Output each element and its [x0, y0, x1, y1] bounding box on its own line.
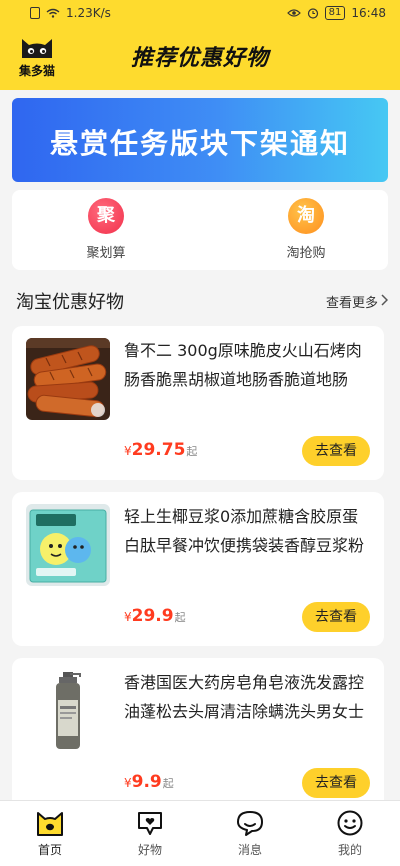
price-value: 29.75 [131, 440, 186, 460]
message-bubble-icon [237, 811, 263, 836]
clock: 16:48 [351, 6, 386, 20]
cat-home-icon [37, 812, 63, 836]
view-product-button[interactable]: 去查看 [302, 436, 370, 466]
heart-bubble-icon [138, 812, 162, 835]
product-image-sausage[interactable] [26, 338, 110, 420]
view-product-button[interactable]: 去查看 [302, 768, 370, 798]
tab-label: 首页 [37, 843, 62, 857]
price-suffix: 起 [174, 611, 186, 624]
taoqianggou-icon: 淘 [288, 198, 324, 234]
smiley-icon [337, 810, 363, 836]
tab-goods[interactable]: 好物 [115, 809, 185, 858]
wifi-icon [46, 8, 60, 18]
quick-link-taoqianggou[interactable]: 淘 淘抢购 [256, 198, 356, 261]
currency-symbol: ¥ [124, 776, 132, 790]
product-title[interactable]: 香港国医大药房皂角皂液洗发露控油蓬松去头屑清洁除螨洗头男女士 [124, 668, 372, 726]
chevron-right-icon[interactable] [380, 294, 388, 306]
status-bar: 1.23K/s 81 16:48 [0, 0, 400, 28]
product-card[interactable]: 香港国医大药房皂角皂液洗发露控油蓬松去头屑清洁除螨洗头男女士 ¥9.9起 去查看 [12, 658, 384, 812]
price-suffix: 起 [186, 445, 198, 458]
quick-link-juhuasuan[interactable]: 聚 聚划算 [56, 198, 156, 261]
product-image-shampoo[interactable] [26, 670, 110, 752]
product-title[interactable]: 鲁不二 300g原味脆皮火山石烤肉肠香脆黑胡椒道地肠香脆道地肠 [124, 336, 372, 394]
product-title[interactable]: 轻上生椰豆浆0添加蔗糖含胶原蛋白肽早餐冲饮便携袋装香醇豆浆粉 [124, 502, 372, 560]
alarm-icon [307, 8, 318, 19]
tab-label: 消息 [237, 843, 262, 857]
tab-label: 好物 [137, 843, 162, 857]
product-card[interactable]: 鲁不二 300g原味脆皮火山石烤肉肠香脆黑胡椒道地肠香脆道地肠 ¥29.75起 … [12, 326, 384, 480]
view-product-button[interactable]: 去查看 [302, 602, 370, 632]
section-header: 淘宝优惠好物 查看更多 [0, 286, 400, 316]
banner-text: 悬赏任务版块下架通知 [49, 127, 350, 160]
sausage-image-icon [26, 338, 110, 420]
currency-symbol: ¥ [124, 444, 132, 458]
product-price: ¥9.9起 [124, 772, 174, 792]
network-speed: 1.23K/s [66, 6, 111, 20]
tab-home[interactable]: 首页 [15, 809, 85, 858]
bottom-tab-bar: 首页 好物 消息 我的 [0, 800, 400, 866]
tab-label: 我的 [337, 843, 362, 857]
soymilk-image-icon [26, 504, 110, 586]
see-more-link[interactable]: 查看更多 [326, 292, 378, 311]
sim-icon [30, 7, 40, 19]
product-image-soymilk[interactable] [26, 504, 110, 586]
announcement-banner[interactable]: 悬赏任务版块下架通知 [12, 98, 388, 182]
tab-messages[interactable]: 消息 [215, 809, 285, 858]
currency-symbol: ¥ [124, 610, 132, 624]
section-title: 淘宝优惠好物 [16, 292, 124, 313]
price-value: 9.9 [131, 772, 162, 792]
page-title: 推荐优惠好物 [130, 46, 269, 71]
quick-link-label: 聚划算 [86, 246, 126, 261]
product-card[interactable]: 轻上生椰豆浆0添加蔗糖含胶原蛋白肽早餐冲饮便携袋装香醇豆浆粉 ¥29.9起 去查… [12, 492, 384, 646]
product-price: ¥29.9起 [124, 606, 186, 626]
tab-mine[interactable]: 我的 [315, 809, 385, 858]
battery-indicator: 81 [324, 6, 346, 20]
price-value: 29.9 [131, 606, 174, 626]
product-price: ¥29.75起 [124, 440, 197, 460]
juhuasuan-icon: 聚 [88, 198, 124, 234]
shampoo-bottle-image-icon [26, 670, 110, 752]
quick-links-card: 聚 聚划算 淘 淘抢购 [12, 190, 388, 270]
quick-link-label: 淘抢购 [286, 246, 326, 261]
eye-icon [286, 9, 301, 17]
price-suffix: 起 [162, 777, 174, 790]
